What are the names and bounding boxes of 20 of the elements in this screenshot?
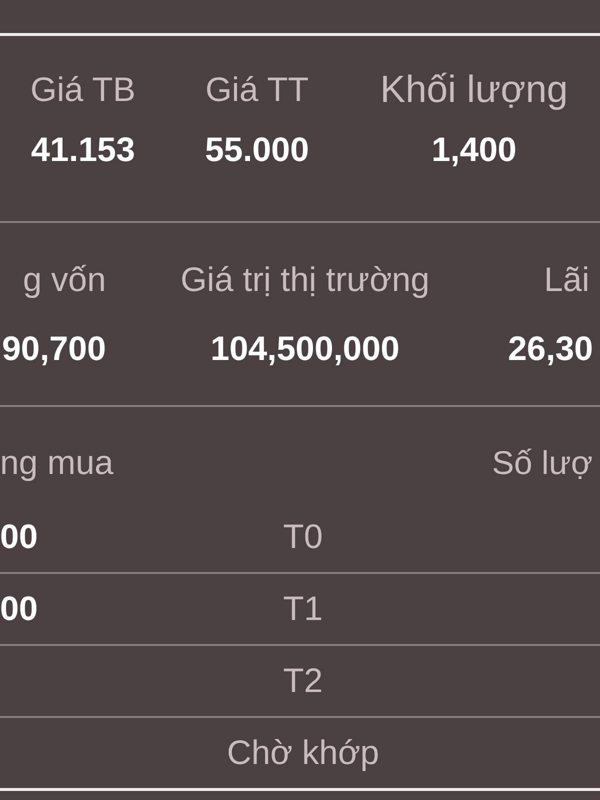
metric-label: Lãi — [544, 260, 590, 300]
metric-value: 104,500,000 — [210, 329, 400, 369]
table-cell: Chờ khớp — [226, 733, 380, 773]
metric-label: Giá TT — [205, 70, 309, 110]
column-header: Số lượ — [492, 443, 593, 483]
metric-value: 90,700 — [2, 329, 106, 369]
metric-label: Khối lượng — [380, 70, 568, 110]
metric-value: 1,400 — [431, 130, 517, 170]
metric-value: 26,30 — [508, 329, 594, 369]
table-cell: T1 — [283, 589, 323, 629]
table-cell: T0 — [283, 517, 323, 557]
table-cell: 00 — [0, 517, 38, 557]
metric-value: 55.000 — [205, 130, 309, 170]
metric-label: Giá TB — [30, 70, 136, 110]
table-cell: 00 — [0, 589, 38, 629]
column-header: ng mua — [0, 443, 114, 483]
metric-value: 41.153 — [31, 130, 135, 170]
table-cell: T2 — [283, 661, 323, 701]
metric-label: g vốn — [22, 260, 106, 300]
metric-label: Giá trị thị trường — [180, 260, 430, 300]
